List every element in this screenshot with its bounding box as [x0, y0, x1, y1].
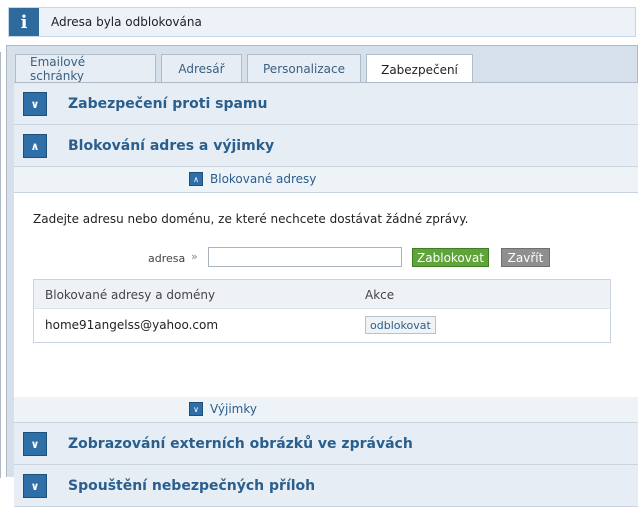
collapse-icon[interactable]: ∧ — [23, 134, 47, 158]
tab-security[interactable]: Zabezpečení — [366, 54, 473, 84]
column-header: Blokované adresy a domény — [45, 288, 216, 302]
collapse-icon[interactable]: ∧ — [189, 172, 203, 186]
section-title: Zobrazování externích obrázků ve zprávác… — [68, 435, 413, 452]
tab-personalization[interactable]: Personalizace — [247, 54, 361, 83]
status-notice: i Adresa byla odblokována — [8, 7, 636, 37]
unblock-button[interactable]: odblokovat — [365, 316, 436, 334]
block-button[interactable]: Zablokovat — [412, 248, 489, 267]
section-title: Zabezpečení proti spamu — [68, 95, 268, 112]
blocked-address: home91angelss@yahoo.com — [45, 318, 219, 332]
expand-icon[interactable]: ∨ — [23, 92, 47, 116]
arrow-icon: » — [191, 250, 198, 263]
table-header: Blokované adresy a domény Akce — [34, 280, 610, 309]
tab-address-book[interactable]: Adresář — [161, 54, 242, 83]
subsection-label: Výjimky — [210, 402, 257, 416]
notice-text: Adresa byla odblokována — [51, 15, 202, 29]
section-title: Spouštění nebezpečných příloh — [68, 477, 316, 494]
expand-icon[interactable]: ∨ — [23, 432, 47, 456]
subsection-exceptions-header[interactable]: ∨ Výjimky — [14, 397, 638, 423]
panel-edge — [0, 52, 7, 478]
subsection-blocked-header[interactable]: ∧ Blokované adresy — [14, 167, 638, 193]
block-description: Zadejte adresu nebo doménu, ze které nec… — [33, 212, 469, 226]
blocked-addresses-block: Zadejte adresu nebo doménu, ze které nec… — [14, 193, 638, 387]
subsection-label: Blokované adresy — [210, 172, 317, 186]
expand-icon[interactable]: ∨ — [23, 474, 47, 498]
section-title: Blokování adres a výjimky — [68, 137, 275, 154]
section-blocking[interactable]: ∧ Blokování adres a výjimky — [14, 125, 638, 167]
column-header: Akce — [365, 288, 395, 302]
security-content: ∨ Zabezpečení proti spamu ∧ Blokování ad… — [14, 82, 638, 507]
address-label: adresa — [148, 252, 186, 265]
info-icon: i — [9, 8, 39, 36]
expand-icon[interactable]: ∨ — [189, 402, 203, 416]
section-spam[interactable]: ∨ Zabezpečení proti spamu — [14, 83, 638, 125]
table-row: home91angelss@yahoo.com odblokovat — [34, 309, 610, 342]
tab-bar: Emailové schránky Adresář Personalizace … — [15, 54, 478, 84]
section-dangerous-attachments[interactable]: ∨ Spouštění nebezpečných příloh — [14, 465, 638, 507]
address-input[interactable] — [208, 247, 402, 267]
section-external-images[interactable]: ∨ Zobrazování externích obrázků ve zpráv… — [14, 423, 638, 465]
blocked-table: Blokované adresy a domény Akce home91ang… — [33, 279, 611, 343]
close-button[interactable]: Zavřít — [501, 248, 550, 267]
settings-panel: Emailové schránky Adresář Personalizace … — [0, 45, 638, 507]
tab-email-accounts[interactable]: Emailové schránky — [15, 54, 156, 83]
